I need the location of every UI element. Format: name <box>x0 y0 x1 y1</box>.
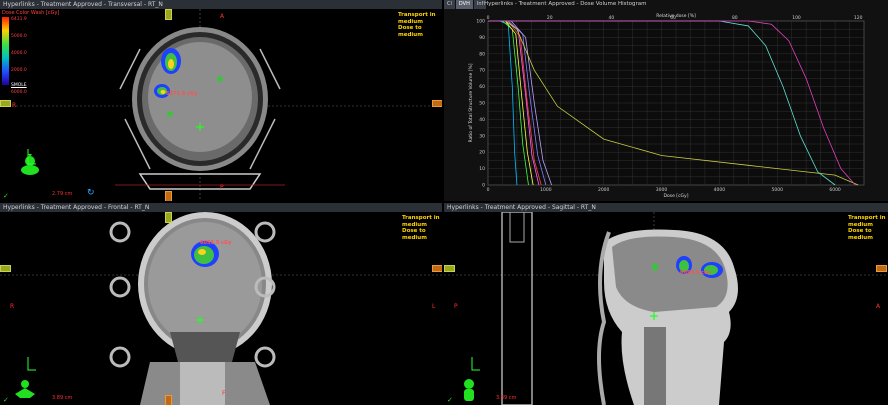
rotate-icon[interactable]: ↻ <box>87 188 95 198</box>
x2-axis-label: Relative dose [%] <box>656 13 696 19</box>
x2-tick-label: 0 <box>487 15 490 21</box>
y-tick-label: 20 <box>479 150 485 156</box>
sagittal-scale-readout: 3.89 cm <box>496 395 517 401</box>
tab-dvh[interactable]: DVH <box>455 0 473 9</box>
orient-label-left: R <box>12 102 17 109</box>
dvh-view[interactable]: Cl DVH Inf Hyperlinks - Treatment Approv… <box>444 0 888 201</box>
crosshair-handle-right[interactable] <box>432 100 442 107</box>
frontal-scale-readout: 3.89 cm <box>52 395 73 401</box>
frontal-title: Hyperlinks - Treatment Approved - Fronta… <box>0 203 442 212</box>
transversal-title: Hyperlinks - Treatment Approved - Transv… <box>0 0 442 9</box>
transport-text: Transport in medium Dose to medium <box>398 12 442 38</box>
check-icon: ✓ <box>3 192 9 200</box>
y-tick-label: 40 <box>479 117 485 123</box>
x-axis-label: Dose [cGy] <box>664 193 689 199</box>
y-tick-label: 60 <box>479 84 485 90</box>
sagittal-image[interactable] <box>444 212 888 405</box>
frontal-orient-bottom: F <box>222 390 226 397</box>
orient-label-bottom: P <box>220 184 224 191</box>
dvh-title: Hyperlinks - Treatment Approved - Dose V… <box>484 1 647 7</box>
frontal-handle-bottom[interactable] <box>165 395 172 405</box>
frontal-transport-text: Transport in medium Dose to medium <box>402 215 442 241</box>
dose-legend: Dose Color Wash [cGy] 6431.9 5000.0 4000… <box>2 10 59 95</box>
sagittal-handle-right[interactable] <box>876 265 887 272</box>
x2-tick-label: 80 <box>732 15 738 21</box>
transversal-image[interactable] <box>0 9 442 201</box>
y-tick-label: 0 <box>482 183 485 189</box>
dvh-tabs: Cl DVH Inf <box>444 0 487 9</box>
sagittal-title: Hyperlinks - Treatment Approved - Sagitt… <box>444 203 888 212</box>
sagittal-check-icon: ✓ <box>447 396 453 404</box>
dose-legend-title: Dose Color Wash [cGy] <box>2 10 60 16</box>
x-tick-label: 4000 <box>714 187 726 193</box>
y-axis-label: Ratio of Total Structure Volume [%] <box>468 63 474 142</box>
sagittal-orient-right: A <box>876 303 881 310</box>
orient-label-top: A <box>220 13 225 20</box>
dose-point-label: 6371.6 cGy <box>166 91 198 97</box>
transversal-view[interactable]: Hyperlinks - Treatment Approved - Transv… <box>0 0 442 201</box>
x2-tick-label: 100 <box>792 15 801 21</box>
crosshair-handle-left[interactable] <box>0 100 11 107</box>
frontal-view[interactable]: Hyperlinks - Treatment Approved - Fronta… <box>0 203 442 405</box>
frontal-transport-line-3: Dose to medium <box>402 228 427 241</box>
sagittal-transport-line-3: Dose to medium <box>848 228 873 241</box>
x-tick-label: 1000 <box>540 187 552 193</box>
x2-tick-label: 120 <box>854 15 863 21</box>
y-tick-label: 80 <box>479 51 485 57</box>
x-tick-label: 5000 <box>772 187 784 193</box>
transport-line-3: Dose to medium <box>398 25 423 38</box>
sagittal-view[interactable]: Hyperlinks - Treatment Approved - Sagitt… <box>444 203 888 405</box>
sagittal-transport-line-1: Transport in <box>848 215 886 221</box>
dvh-chart[interactable]: 0 1000 2000 3000 4000 5000 6000010203040506070… <box>444 9 888 201</box>
y-tick-label: 100 <box>476 19 485 25</box>
legend-value-2: 5000.0 <box>11 34 27 39</box>
y-tick-label: 50 <box>479 101 485 107</box>
x-tick-label: 2000 <box>598 187 610 193</box>
frontal-handle-left[interactable] <box>0 265 11 272</box>
legend-value-6: 6000.0 <box>11 90 27 95</box>
y-tick-label: 10 <box>479 166 485 172</box>
legend-value-5: SMOLE <box>11 83 27 88</box>
frontal-check-icon: ✓ <box>3 396 9 404</box>
transport-line-1: Transport in <box>398 12 436 18</box>
tab-cl[interactable]: Cl <box>444 0 455 9</box>
x-tick-label: 0 <box>487 187 490 193</box>
crosshair-handle-top[interactable] <box>165 9 172 20</box>
y-tick-label: 90 <box>479 35 485 41</box>
frontal-dose-label: 6053.5 cGy <box>200 240 232 246</box>
legend-value-3: 4000.0 <box>11 51 27 56</box>
y-tick-label: 30 <box>479 133 485 139</box>
x-tick-label: 6000 <box>829 187 841 193</box>
frontal-orient-right: L <box>432 303 436 310</box>
scale-readout: 2.79 cm <box>52 191 73 197</box>
sagittal-dose-label: 6053.5 cGy <box>680 270 712 276</box>
x2-tick-label: 20 <box>547 15 553 21</box>
frontal-orient-left: R <box>10 303 15 310</box>
y-tick-label: 70 <box>479 68 485 74</box>
x-tick-label: 3000 <box>656 187 668 193</box>
dose-legend-bar <box>2 17 9 85</box>
x2-tick-label: 40 <box>609 15 615 21</box>
legend-value-4: 2000.0 <box>11 68 27 73</box>
sagittal-transport-text: Transport in medium Dose to medium <box>848 215 888 241</box>
frontal-handle-top[interactable] <box>165 212 172 223</box>
legend-value-1: 6431.9 <box>11 17 27 22</box>
sagittal-handle-left[interactable] <box>444 265 455 272</box>
frontal-transport-line-1: Transport in <box>402 215 440 221</box>
crosshair-handle-bottom[interactable] <box>165 191 172 201</box>
sagittal-orient-left: P <box>454 303 458 310</box>
frontal-handle-right[interactable] <box>432 265 442 272</box>
